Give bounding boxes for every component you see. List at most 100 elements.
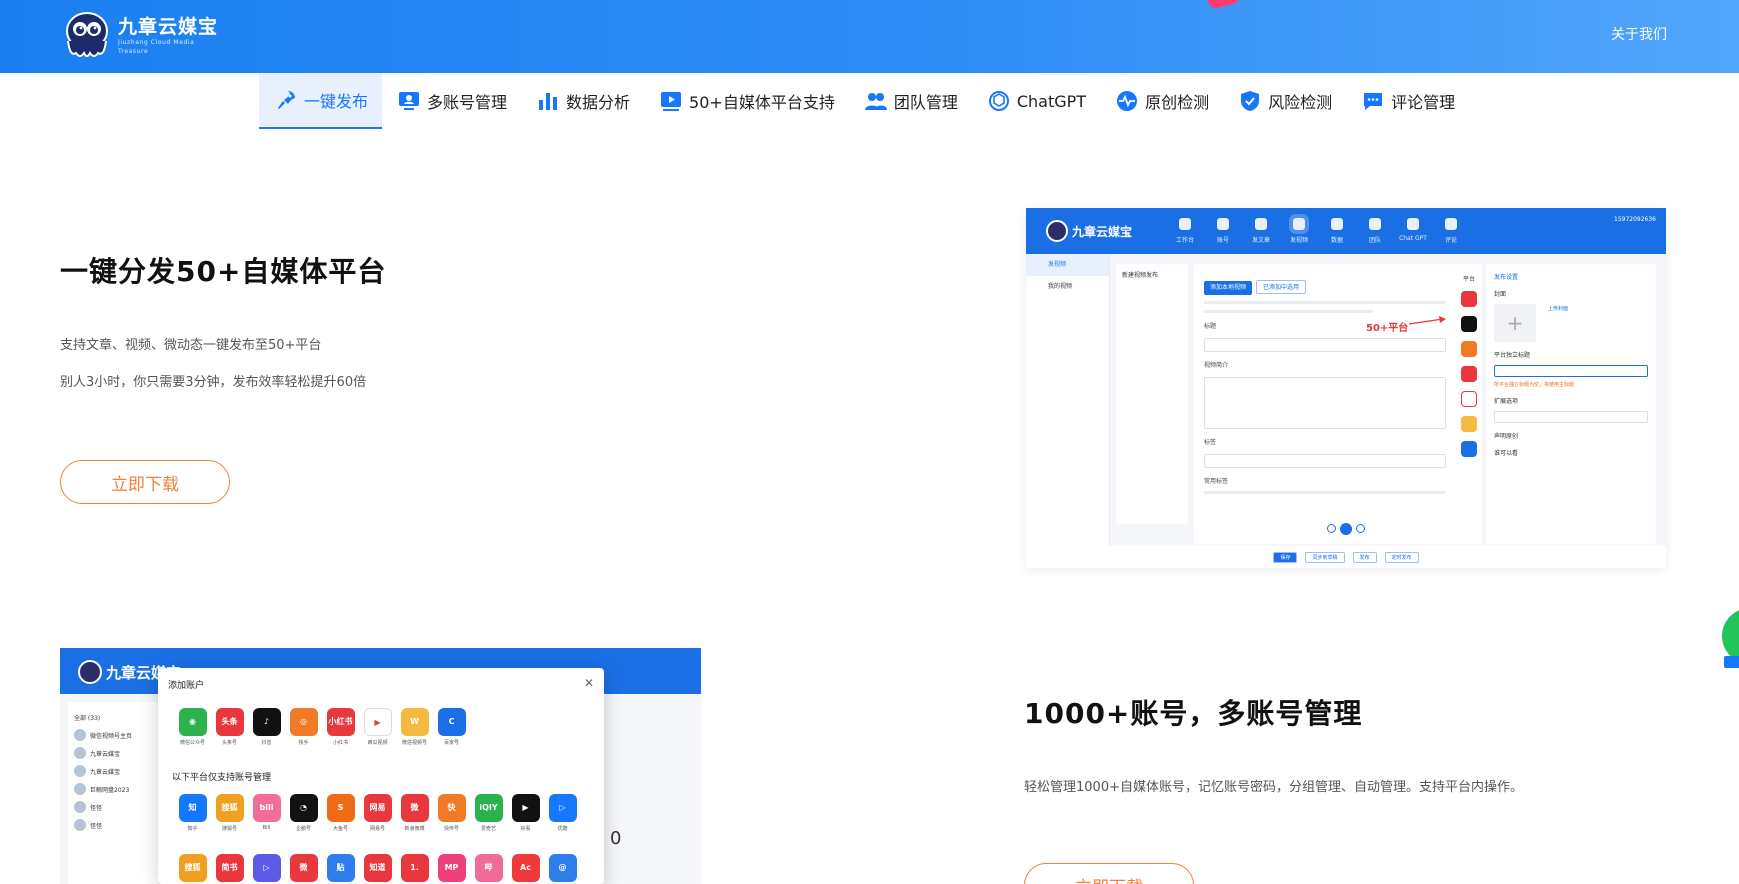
platform-option-label: 大鱼号: [332, 826, 348, 832]
platform-option[interactable]: 搜狐 搜狐号: [211, 794, 248, 832]
nav-tab-originality[interactable]: 原创检测: [1100, 73, 1223, 129]
platform-option-label: 爱奇艺: [480, 826, 496, 832]
platform-logo-icon: MP: [437, 854, 466, 882]
section-description: 别人3小时，你只需要3分钟，发布效率轻松提升60倍: [60, 375, 367, 390]
app-side-item: 发视频: [1026, 254, 1109, 276]
platform-logo-icon: [1461, 341, 1477, 357]
platform-option[interactable]: 简书简书: [211, 854, 248, 884]
app-tab: 团队: [1356, 218, 1394, 244]
decorative-shape: [1206, 0, 1242, 10]
app-sidebar: 发视频 我的视频: [1026, 254, 1110, 568]
feature-nav: 一键发布 多账号管理 数据分析 50+自媒体平台支持 团队管理 ChatGPT …: [259, 73, 1469, 129]
platform-option[interactable]: ▷视频: [248, 854, 285, 884]
platform-logo-icon: 知道: [363, 854, 392, 882]
platform-option-label: 头条号: [221, 740, 237, 746]
nav-tab-label: 多账号管理: [427, 93, 508, 112]
platform-option[interactable]: @网易: [544, 854, 581, 884]
platform-option[interactable]: ▶ 好看: [507, 794, 544, 832]
platform-logo-icon: W: [400, 708, 429, 736]
floating-widget-tab[interactable]: [1724, 656, 1739, 668]
app-tab: 发视频: [1280, 218, 1318, 244]
platform-option[interactable]: 搜狐搜狐视频: [174, 854, 211, 884]
platform-option-label: 西瓜视频: [367, 740, 388, 746]
platform-option[interactable]: 小红书 小红书: [322, 708, 359, 746]
nav-tab-label: 50+自媒体平台支持: [689, 93, 835, 112]
platform-logo-icon: 简书: [215, 854, 244, 882]
platform-logo-icon: ▷: [252, 854, 281, 882]
app-pill: 已添加中选用: [1256, 280, 1307, 294]
nav-tab-multi-account[interactable]: 多账号管理: [382, 73, 521, 129]
pulse-icon: [1117, 91, 1138, 111]
nav-tab-risk[interactable]: 风险检测: [1223, 73, 1346, 129]
app-phone: 15972092636: [1614, 216, 1656, 223]
platform-logo-icon: [1461, 441, 1477, 457]
app-tab: 账号: [1204, 218, 1242, 244]
nav-tab-label: 评论管理: [1391, 93, 1456, 112]
download-button[interactable]: 立即下载: [60, 460, 230, 504]
octopus-logo-icon: [60, 9, 114, 63]
bar-chart-icon: [539, 93, 558, 110]
platform-option[interactable]: ▶ 西瓜视频: [359, 708, 396, 746]
nav-tab-team[interactable]: 团队管理: [849, 73, 972, 129]
platform-option-label: 好看: [520, 826, 531, 832]
platform-logo-icon: 贴: [326, 854, 355, 882]
platform-option[interactable]: W 微信视频号: [396, 708, 433, 746]
platform-option-label: 抖音: [261, 740, 272, 746]
platform-logo-icon: ▶: [511, 794, 540, 822]
platform-option[interactable]: bili Bili: [248, 794, 285, 832]
platform-option[interactable]: C 百家号: [433, 708, 470, 746]
platform-logo-icon: 微: [289, 854, 318, 882]
platform-option[interactable]: ♪ 抖音: [248, 708, 285, 746]
nav-tab-platform-support[interactable]: 50+自媒体平台支持: [644, 73, 849, 129]
platform-option[interactable]: 头条 头条号: [211, 708, 248, 746]
platform-logo-icon: 网易: [363, 794, 392, 822]
platform-option-label: 搜狐号: [221, 826, 237, 832]
download-button[interactable]: 立即下载: [1024, 863, 1194, 884]
platform-option[interactable]: 知道百度知道: [359, 854, 396, 884]
platform-option[interactable]: ◔ 企鹅号: [285, 794, 322, 832]
platform-logo-icon: [1461, 391, 1477, 407]
platform-option[interactable]: ◎ 快手: [285, 708, 322, 746]
nav-tab-data-analysis[interactable]: 数据分析: [521, 73, 644, 129]
platform-option[interactable]: MP美拍: [433, 854, 470, 884]
platform-option[interactable]: S 大鱼号: [322, 794, 359, 832]
platform-option[interactable]: 快快传号: [433, 794, 470, 832]
app-logo: 九章云媒宝: [1046, 220, 1132, 242]
app-pill: 添加本地视频: [1204, 281, 1253, 295]
nav-tab-label: ChatGPT: [1016, 91, 1087, 111]
platform-logo-icon: iQIY: [474, 794, 503, 822]
platform-logo-icon: 知: [178, 794, 207, 822]
platform-logo-icon: ♪: [252, 708, 281, 736]
platform-logo-icon: 微: [400, 794, 429, 822]
nav-tab-chatgpt[interactable]: ChatGPT: [972, 73, 1100, 129]
platform-logo-icon: 哔: [474, 854, 503, 882]
platform-option[interactable]: 微新浪微博: [396, 794, 433, 832]
platform-option-label: 微信视频号: [401, 740, 427, 746]
logo-subtitle: Jiuzhang Cloud Media Treasure: [118, 39, 195, 55]
platform-option[interactable]: iQIY 爱奇艺: [470, 794, 507, 832]
platform-logo-icon: 搜狐: [178, 854, 207, 882]
publish-settings-panel: 发布设置 封面 + 上传封面 平台独立标题 所平台独立标题为空，将使用主标题 扩…: [1486, 264, 1656, 544]
platform-option[interactable]: 知知乎: [174, 794, 211, 832]
platform-option[interactable]: AcAcFun: [507, 854, 544, 884]
nav-tab-one-click-publish[interactable]: 一键发布: [259, 73, 383, 129]
platform-option[interactable]: ▷ 优酷: [544, 794, 581, 832]
platform-option[interactable]: 哔哔哩: [470, 854, 507, 884]
platform-option-label: 优酷: [557, 826, 568, 832]
platform-option[interactable]: ◉ 微信公众号: [174, 708, 211, 746]
nav-tab-comments[interactable]: 评论管理: [1346, 73, 1469, 129]
platform-option[interactable]: 贴百度贴吧: [322, 854, 359, 884]
about-us-link[interactable]: 关于我们: [1611, 24, 1667, 44]
platform-option[interactable]: 1.一点号: [396, 854, 433, 884]
add-account-modal: 添加账户 ✕ ◉ 微信公众号 头条 头条号 ♪ 抖音 ◎ 快手 小红书 小红书 ▶ 西瓜视频 W 微信视频…: [158, 668, 604, 884]
site-logo[interactable]: 九章云媒宝 Jiuzhang Cloud Media Treasure: [60, 8, 220, 64]
platform-option[interactable]: 网易 网易号: [359, 794, 396, 832]
platform-logo-icon: [1461, 291, 1477, 307]
platform-logo-icon: 1.: [400, 854, 429, 882]
platform-logo-icon: 快: [437, 794, 466, 822]
platform-column: 平台: [1456, 264, 1482, 544]
platform-option[interactable]: 微新浪博客: [285, 854, 322, 884]
close-icon[interactable]: ✕: [584, 676, 594, 690]
section-description: 轻松管理1000+自媒体账号，记忆账号密码，分组管理、自动管理。支持平台内操作。: [1024, 780, 1523, 795]
carousel-dots[interactable]: [1327, 523, 1369, 535]
